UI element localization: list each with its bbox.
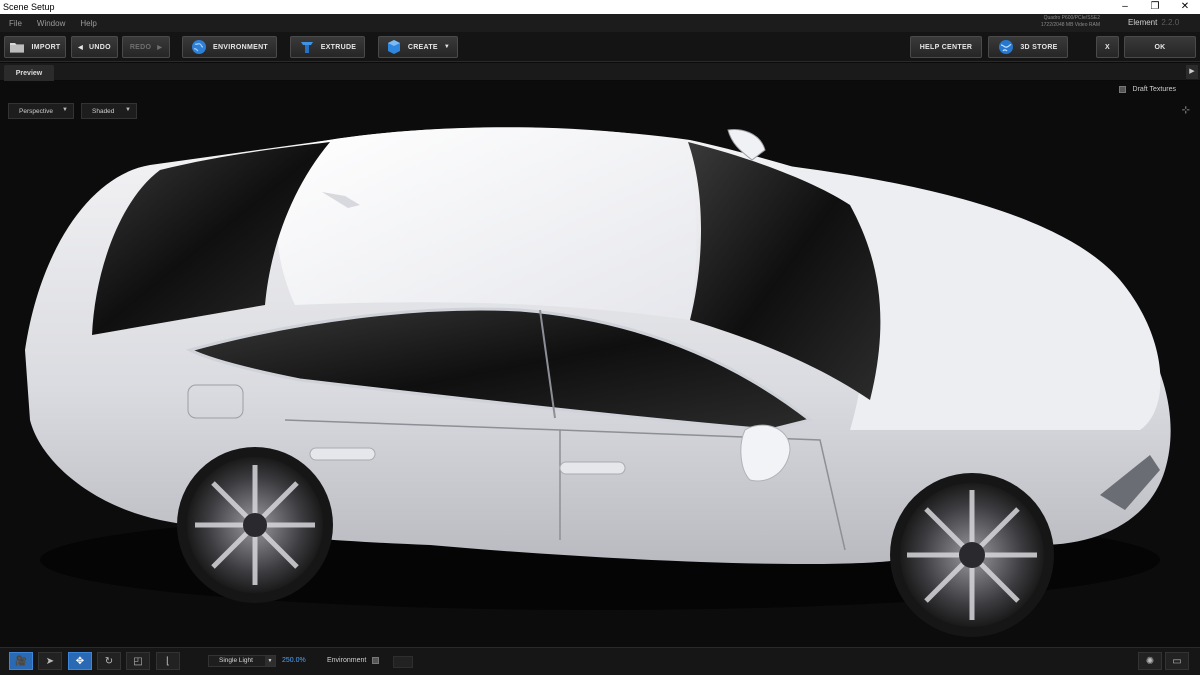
shading-value: Shaded xyxy=(92,107,115,115)
expand-icon[interactable]: ⊹ xyxy=(1182,105,1190,116)
chevron-down-icon: ▼ xyxy=(443,44,451,50)
import-label: IMPORT xyxy=(31,43,61,51)
camera-tool-button[interactable]: 🎥 xyxy=(9,652,33,670)
store-globe-icon xyxy=(999,40,1014,54)
menu-bar: File Window Help Quadro P600/PCIe/SSE2 1… xyxy=(0,14,1200,32)
settings-button[interactable]: ✺ xyxy=(1138,652,1162,670)
axis-tool-button[interactable]: ⌊ xyxy=(156,652,180,670)
ok-label: OK xyxy=(1154,43,1166,51)
draft-textures-toggle[interactable]: Draft Textures xyxy=(1118,86,1176,93)
screen-button[interactable]: ▭ xyxy=(1165,652,1189,670)
chevron-down-icon: ▼ xyxy=(265,656,275,666)
import-button[interactable]: IMPORT xyxy=(4,36,66,58)
help-center-label: HELP CENTER xyxy=(919,43,973,51)
status-bar: 🎥 ➤ ✥ ↻ ◰ ⌊ Single Light ▼ 250.0% Enviro… xyxy=(0,647,1200,675)
move-tool-button[interactable]: ✥ xyxy=(68,652,92,670)
cube-icon xyxy=(387,40,400,54)
extrude-icon xyxy=(300,42,313,53)
help-center-button[interactable]: HELP CENTER xyxy=(910,36,982,58)
close-window-button[interactable]: ✕ xyxy=(1170,0,1200,14)
undo-label: UNDO xyxy=(89,43,111,51)
environment-checkbox[interactable] xyxy=(372,657,380,664)
maximize-button[interactable]: ❐ xyxy=(1140,0,1170,14)
create-label: CREATE xyxy=(407,43,438,51)
environment-button[interactable]: ENVIRONMENT xyxy=(182,36,277,58)
light-mode-dropdown[interactable]: Single Light ▼ xyxy=(208,655,276,667)
rotate-icon: ↻ xyxy=(104,655,114,667)
shading-dropdown[interactable]: Shaded ▼ xyxy=(81,103,137,119)
redo-button[interactable]: REDO ▶ xyxy=(122,36,170,58)
window-title: Scene Setup xyxy=(3,2,55,12)
menu-window[interactable]: Window xyxy=(31,19,71,28)
environment-status-label: Environment xyxy=(327,657,367,664)
gpu-vram: 1722/2048 MB Video RAM xyxy=(1040,22,1100,28)
scale-icon: ◰ xyxy=(133,655,143,667)
undo-arrow-icon: ◀ xyxy=(78,44,84,51)
product-name: Element xyxy=(1128,18,1158,27)
extrude-label: EXTRUDE xyxy=(320,43,357,51)
tab-preview-label: Preview xyxy=(15,69,43,77)
settings-icon: ✺ xyxy=(1145,655,1155,667)
chevron-down-icon: ▼ xyxy=(62,107,68,113)
product-version: 2.2.0 xyxy=(1161,18,1180,27)
product-label: Element 2.2.0 xyxy=(1128,18,1179,27)
globe-icon xyxy=(191,40,206,54)
folder-icon xyxy=(10,43,25,53)
chevron-down-icon: ▼ xyxy=(125,107,131,113)
ok-button[interactable]: OK xyxy=(1124,36,1196,58)
cancel-button[interactable]: X xyxy=(1096,36,1119,58)
light-intensity-value[interactable]: 250.0% xyxy=(282,657,306,664)
draft-textures-label: Draft Textures xyxy=(1132,86,1176,93)
redo-label: REDO xyxy=(129,43,152,51)
camera-dropdown[interactable]: Perspective ▼ xyxy=(8,103,74,119)
pointer-icon: ➤ xyxy=(45,655,55,667)
preview-viewport[interactable]: Perspective ▼ Shaded ▼ Draft Textures ⊹ xyxy=(0,81,1200,647)
light-mode-value: Single Light xyxy=(219,657,253,664)
chevron-right-icon[interactable]: ▶ xyxy=(1186,65,1198,79)
redo-arrow-icon: ▶ xyxy=(157,44,163,51)
store-button[interactable]: 3D STORE xyxy=(988,36,1068,58)
scale-tool-button[interactable]: ◰ xyxy=(126,652,150,670)
extrude-button[interactable]: EXTRUDE xyxy=(290,36,365,58)
car-render xyxy=(25,127,1171,637)
draft-textures-checkbox[interactable] xyxy=(1118,86,1126,93)
environment-toggle[interactable]: Environment xyxy=(327,657,380,664)
tab-row: Preview ▶ xyxy=(0,63,1200,81)
environment-color-swatch[interactable] xyxy=(393,656,413,668)
gpu-name: Quadro P600/PCIe/SSE2 xyxy=(1043,15,1100,21)
minimize-button[interactable]: – xyxy=(1110,0,1140,14)
menu-help[interactable]: Help xyxy=(74,19,102,28)
main-toolbar: IMPORT ◀ UNDO REDO ▶ ENVIRONMENT EXTRUDE… xyxy=(0,32,1200,62)
screen-icon: ▭ xyxy=(1172,655,1182,667)
gpu-info: Quadro P600/PCIe/SSE2 1722/2048 MB Video… xyxy=(1010,15,1100,29)
rotate-tool-button[interactable]: ↻ xyxy=(97,652,121,670)
environment-label: ENVIRONMENT xyxy=(212,43,269,51)
store-label: 3D STORE xyxy=(1020,43,1058,51)
menu-file[interactable]: File xyxy=(3,19,28,28)
title-bar: Scene Setup – ❐ ✕ xyxy=(0,0,1200,14)
cancel-label: X xyxy=(1105,43,1110,51)
axis-icon: ⌊ xyxy=(166,655,170,667)
camera-icon: 🎥 xyxy=(14,655,28,667)
camera-value: Perspective xyxy=(19,107,53,115)
create-button[interactable]: CREATE ▼ xyxy=(378,36,458,58)
select-tool-button[interactable]: ➤ xyxy=(38,652,62,670)
undo-button[interactable]: ◀ UNDO xyxy=(71,36,118,58)
tab-preview[interactable]: Preview xyxy=(4,65,54,81)
move-icon: ✥ xyxy=(75,655,85,667)
